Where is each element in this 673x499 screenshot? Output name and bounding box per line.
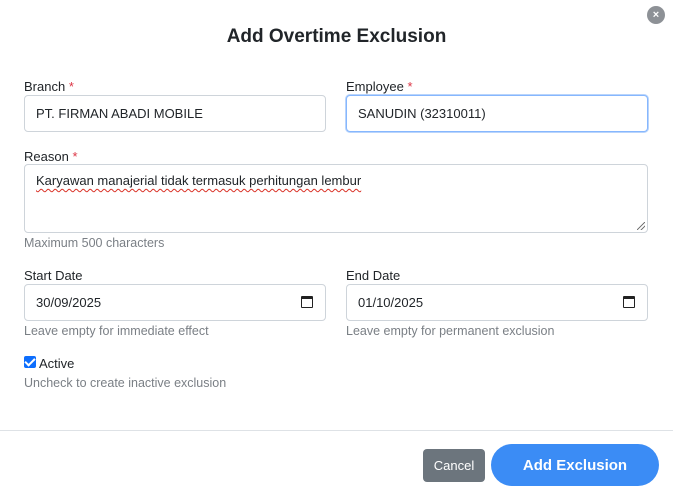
start-date-help-text: Leave empty for immediate effect [24,324,209,338]
end-date-label: End Date [346,268,401,283]
required-mark: * [68,79,74,94]
end-date-value: 01/10/2025 [358,295,424,310]
add-exclusion-button[interactable]: Add Exclusion [491,444,659,486]
start-date-field[interactable]: 30/09/2025 [24,284,326,321]
reason-help-text: Maximum 500 characters [24,236,165,250]
employee-field[interactable]: SANUDIN (32310011) [346,95,648,132]
active-label[interactable]: Active [39,356,74,371]
required-mark: * [72,149,78,164]
active-help-text: Uncheck to create inactive exclusion [24,376,227,390]
branch-field[interactable]: PT. FIRMAN ABADI MOBILE [24,95,326,132]
employee-label: Employee * [346,79,413,94]
start-date-value: 30/09/2025 [36,295,102,310]
close-icon[interactable]: × [647,6,665,24]
resize-handle-icon[interactable] [637,222,645,230]
end-date-help-text: Leave empty for permanent exclusion [346,324,555,338]
employee-value: SANUDIN (32310011) [358,106,486,121]
dialog-title: Add Overtime Exclusion [226,26,447,47]
end-date-field[interactable]: 01/10/2025 [346,284,648,321]
branch-value: PT. FIRMAN ABADI MOBILE [36,106,203,121]
employee-label-text: Employee [346,79,404,94]
active-checkbox[interactable] [24,356,36,368]
footer-divider [0,430,673,431]
reason-label-text: Reason [24,149,69,164]
add-overtime-exclusion-dialog: × Add Overtime Exclusion Branch * PT. FI… [0,0,673,499]
calendar-icon[interactable] [623,296,635,308]
branch-label: Branch * [24,79,74,94]
reason-textarea[interactable]: Karyawan manajerial tidak termasuk perhi… [24,164,648,233]
required-mark: * [407,79,413,94]
start-date-label: Start Date [24,268,83,283]
reason-label: Reason * [24,149,78,164]
reason-value: Karyawan manajerial tidak termasuk perhi… [36,173,362,188]
cancel-button[interactable]: Cancel [423,449,485,482]
branch-label-text: Branch [24,79,66,94]
calendar-icon[interactable] [301,296,313,308]
